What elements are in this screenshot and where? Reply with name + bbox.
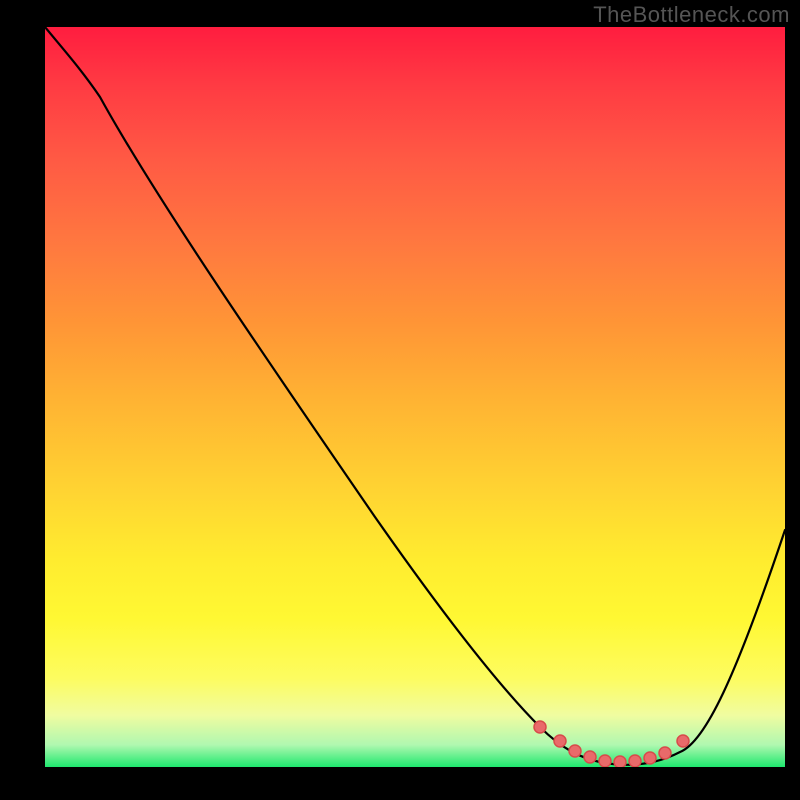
- curve-dot: [644, 752, 656, 764]
- curve-dot: [569, 745, 581, 757]
- curve-dot: [534, 721, 546, 733]
- curve-dot: [677, 735, 689, 747]
- curve-layer: [45, 27, 785, 767]
- watermark-text: TheBottleneck.com: [593, 2, 790, 28]
- curve-dot: [659, 747, 671, 759]
- curve-dot: [629, 755, 641, 767]
- curve-dot: [614, 756, 626, 767]
- curve-dot: [599, 755, 611, 767]
- plot-area: [45, 27, 785, 767]
- bottleneck-curve: [45, 27, 785, 765]
- curve-dot: [554, 735, 566, 747]
- highlight-dots: [534, 721, 689, 767]
- chart-frame: TheBottleneck.com: [0, 0, 800, 800]
- curve-dot: [584, 751, 596, 763]
